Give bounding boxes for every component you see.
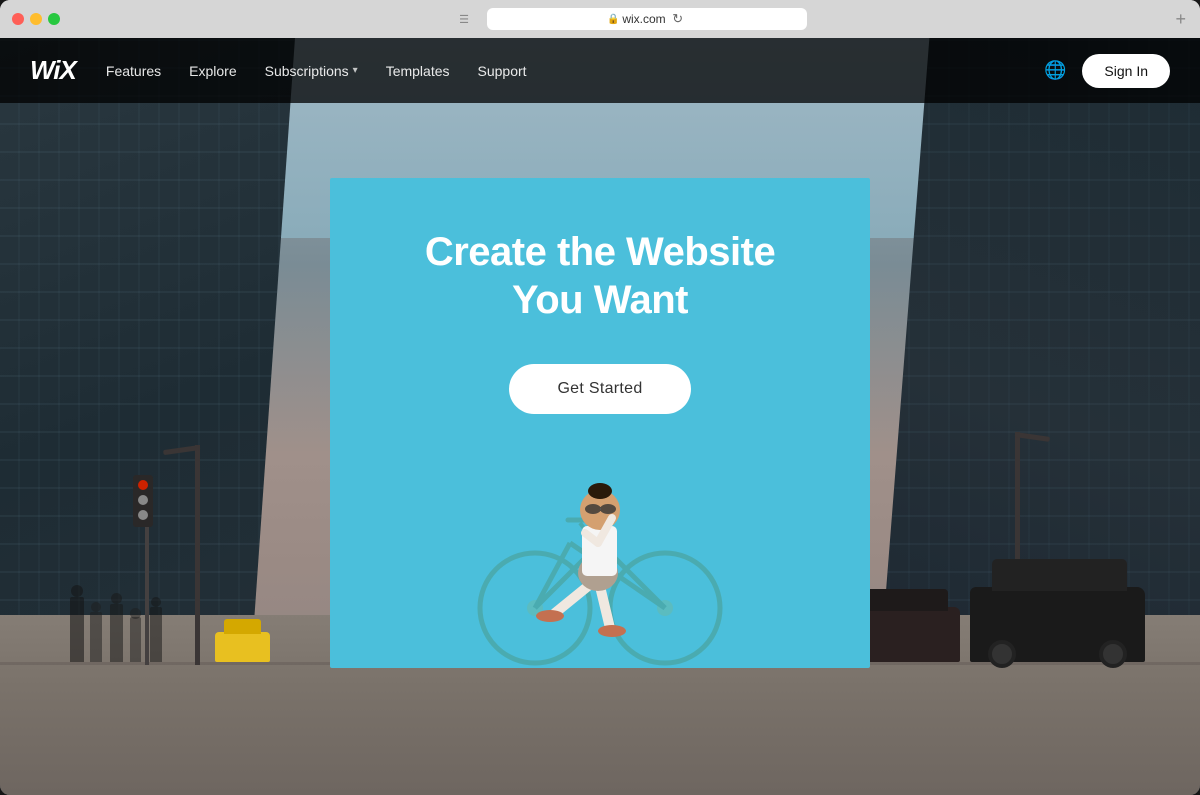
traffic-light-yellow	[138, 495, 148, 505]
person-2-head	[91, 602, 101, 612]
taxi-roof	[224, 619, 261, 634]
person-1	[70, 597, 84, 662]
website-viewport: Create the Website You Want Get Started	[0, 38, 1200, 795]
hero-headline: Create the Website You Want	[390, 228, 810, 324]
reload-icon[interactable]: ↻	[670, 11, 686, 27]
wheel-right	[1099, 640, 1127, 668]
person-4-head	[130, 608, 141, 619]
wix-logo[interactable]: WiX	[30, 55, 76, 86]
person-4	[130, 617, 141, 662]
hero-image-person-bike	[440, 378, 760, 668]
browser-titlebar: ☰ 🔒 wix.com ↻ +	[0, 0, 1200, 38]
person-1-head	[71, 585, 83, 597]
yellow-taxi	[215, 632, 270, 662]
hero-blue-panel: Create the Website You Want Get Started	[330, 178, 870, 668]
traffic-light-green	[138, 510, 148, 520]
traffic-lights	[12, 13, 60, 25]
close-button[interactable]	[12, 13, 24, 25]
person-3	[110, 604, 123, 662]
maximize-button[interactable]	[48, 13, 60, 25]
people-group-left	[50, 572, 220, 662]
sign-in-button[interactable]: Sign In	[1082, 54, 1170, 88]
nav-explore[interactable]: Explore	[189, 63, 236, 79]
browser-window: ☰ 🔒 wix.com ↻ +	[0, 0, 1200, 795]
person-5-head	[151, 597, 161, 607]
address-bar[interactable]: 🔒 wix.com ↻	[487, 8, 807, 30]
person-2	[90, 612, 102, 662]
traffic-light-box	[133, 475, 153, 527]
language-globe-icon[interactable]: 🌐	[1044, 60, 1066, 81]
subscriptions-arrow-icon: ▾	[353, 65, 358, 76]
new-tab-button[interactable]: +	[1175, 9, 1186, 30]
browser-toolbar: ☰ 🔒 wix.com ↻	[68, 8, 1188, 30]
menu-icon: ☰	[449, 13, 479, 26]
lock-icon: 🔒	[608, 14, 618, 24]
minimize-button[interactable]	[30, 13, 42, 25]
nav-features[interactable]: Features	[106, 63, 161, 79]
traffic-light-red	[138, 480, 148, 490]
wheel-left	[988, 640, 1016, 668]
person-3-head	[111, 593, 122, 604]
person-bike-illustration	[440, 378, 760, 668]
nav-links: Features Explore Subscriptions ▾ Templat…	[106, 63, 1044, 79]
person-5	[150, 607, 162, 662]
navigation-bar: WiX Features Explore Subscriptions ▾ Tem…	[0, 38, 1200, 103]
car-top	[992, 559, 1127, 591]
nav-right: 🌐 Sign In	[1044, 54, 1170, 88]
car-black-right	[970, 587, 1145, 662]
nav-subscriptions[interactable]: Subscriptions ▾	[265, 63, 358, 79]
nav-templates[interactable]: Templates	[386, 63, 450, 79]
url-text: wix.com	[622, 12, 665, 26]
nav-support[interactable]: Support	[478, 63, 527, 79]
